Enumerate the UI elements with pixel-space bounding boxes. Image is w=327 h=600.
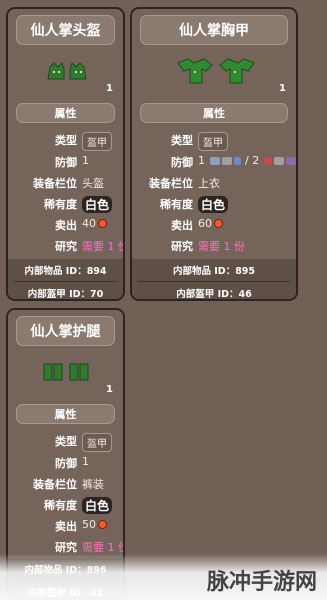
slot-value: 上衣 (198, 177, 220, 190)
cactus-leggings-sprite (43, 363, 89, 381)
slot-label: 装备栏位 (149, 177, 193, 190)
research-label: 研究 (55, 240, 77, 253)
research-value: 需要 1 份 (82, 240, 125, 253)
slot-value: 头盔 (82, 177, 104, 190)
sell-value: 50 (82, 518, 96, 531)
internal-armor-id: 内部盔甲 ID：46 (176, 289, 252, 300)
divider (138, 281, 290, 282)
sell-value: 60 (198, 217, 212, 230)
row-type: 类型 盔甲 (8, 430, 123, 452)
sell-label: 卖出 (171, 219, 193, 232)
watermark-text: 脉冲手游网 (206, 570, 317, 595)
research-label: 研究 (171, 240, 193, 253)
internal-item-id: 内部物品 ID：894 (24, 266, 107, 277)
row-sell: 卖出 50 (8, 515, 123, 535)
research-value: 需要 1 份 (82, 541, 125, 554)
divider (14, 281, 117, 282)
item-sprite-area: 1 (8, 354, 123, 402)
attributes-header: 属性 (16, 103, 115, 123)
rarity-label: 稀有度 (44, 499, 77, 512)
rarity-value: 白色 (82, 196, 113, 213)
row-research: 研究 需要 1 份 (8, 536, 123, 556)
stack-count: 1 (279, 83, 286, 94)
row-research: 研究 需要 1 份 (132, 235, 296, 255)
type-label: 类型 (55, 134, 77, 147)
row-type: 类型 盔甲 (8, 129, 123, 151)
defense-label: 防御 (55, 457, 77, 470)
gamemode-mini-icon (263, 157, 272, 165)
rarity-value: 白色 (198, 196, 229, 213)
gamemode-mini-icon (233, 157, 241, 165)
row-slot: 装备栏位 上衣 (132, 172, 296, 192)
item-sprite-area: 1 (8, 53, 123, 101)
copper-coin-icon (214, 219, 223, 228)
stack-count: 1 (106, 384, 113, 395)
rarity-label: 稀有度 (160, 198, 193, 211)
gamemode-mini-icon (285, 157, 296, 165)
copper-coin-icon (98, 520, 107, 529)
type-label: 类型 (55, 435, 77, 448)
row-sell: 卖出 60 (132, 214, 296, 234)
item-sprite-area: 1 (132, 53, 296, 101)
item-card-cactus-breastplate: 仙人掌胸甲 1 属性 类型 盔甲 防御 1 / 2 装备栏位 上衣 稀有度 白色… (130, 7, 298, 301)
sell-value: 40 (82, 217, 96, 230)
cactus-helmet-sprite (47, 62, 87, 80)
type-value: 盔甲 (82, 132, 112, 151)
type-value: 盔甲 (198, 132, 228, 151)
gamemode-mini-icon (209, 157, 220, 165)
slot-label: 装备栏位 (33, 177, 77, 190)
row-sell: 卖出 40 (8, 214, 123, 234)
internal-armor-id: 内部盔甲 ID：70 (27, 289, 104, 300)
defense-label: 防御 (55, 156, 77, 169)
row-defense: 防御 1 (8, 151, 123, 171)
row-slot: 装备栏位 头盔 (8, 172, 123, 192)
gamemode-mini-icon (273, 157, 284, 165)
defense-value: 1 (82, 455, 89, 468)
item-title: 仙人掌头盔 (16, 15, 115, 45)
row-defense: 防御 1 (8, 452, 123, 472)
sell-label: 卖出 (55, 520, 77, 533)
type-value: 盔甲 (82, 433, 112, 452)
item-title: 仙人掌胸甲 (140, 15, 288, 45)
row-rarity: 稀有度 白色 (8, 494, 123, 514)
slot-value: 裤装 (82, 478, 104, 491)
defense-value: 1 (82, 154, 89, 167)
gamemode-mini-icon (221, 157, 232, 165)
defense-label: 防御 (171, 156, 193, 169)
item-card-cactus-helmet: 仙人掌头盔 1 属性 类型 盔甲 防御 1 装备栏位 头盔 稀有度 白色 卖出 … (6, 7, 125, 301)
row-type: 类型 盔甲 (132, 129, 296, 151)
row-slot: 装备栏位 裤装 (8, 473, 123, 493)
rarity-value: 白色 (82, 497, 113, 514)
row-defense: 防御 1 / 2 (132, 151, 296, 171)
attributes-header: 属性 (140, 103, 288, 123)
internal-ids: 内部物品 ID：894 内部盔甲 ID：70 (8, 259, 123, 300)
rarity-label: 稀有度 (44, 198, 77, 211)
internal-ids: 内部物品 ID：895 内部盔甲 ID：46 (132, 259, 296, 300)
slot-label: 装备栏位 (33, 478, 77, 491)
stack-count: 1 (106, 83, 113, 94)
research-label: 研究 (55, 541, 77, 554)
research-value: 需要 1 份 (198, 240, 245, 253)
copper-coin-icon (98, 219, 107, 228)
type-label: 类型 (171, 134, 193, 147)
item-title: 仙人掌护腿 (16, 316, 115, 346)
internal-item-id: 内部物品 ID：895 (172, 266, 256, 277)
row-rarity: 稀有度 白色 (8, 193, 123, 213)
row-rarity: 稀有度 白色 (132, 193, 296, 213)
attributes-header: 属性 (16, 404, 115, 424)
defense-value-expert: / 2 (245, 154, 260, 167)
cactus-breastplate-sprite (177, 58, 255, 84)
row-research: 研究 需要 1 份 (8, 235, 123, 255)
defense-value-normal: 1 (198, 154, 205, 167)
sell-label: 卖出 (55, 219, 77, 232)
watermark-overlay: 脉冲手游网 (0, 554, 327, 600)
